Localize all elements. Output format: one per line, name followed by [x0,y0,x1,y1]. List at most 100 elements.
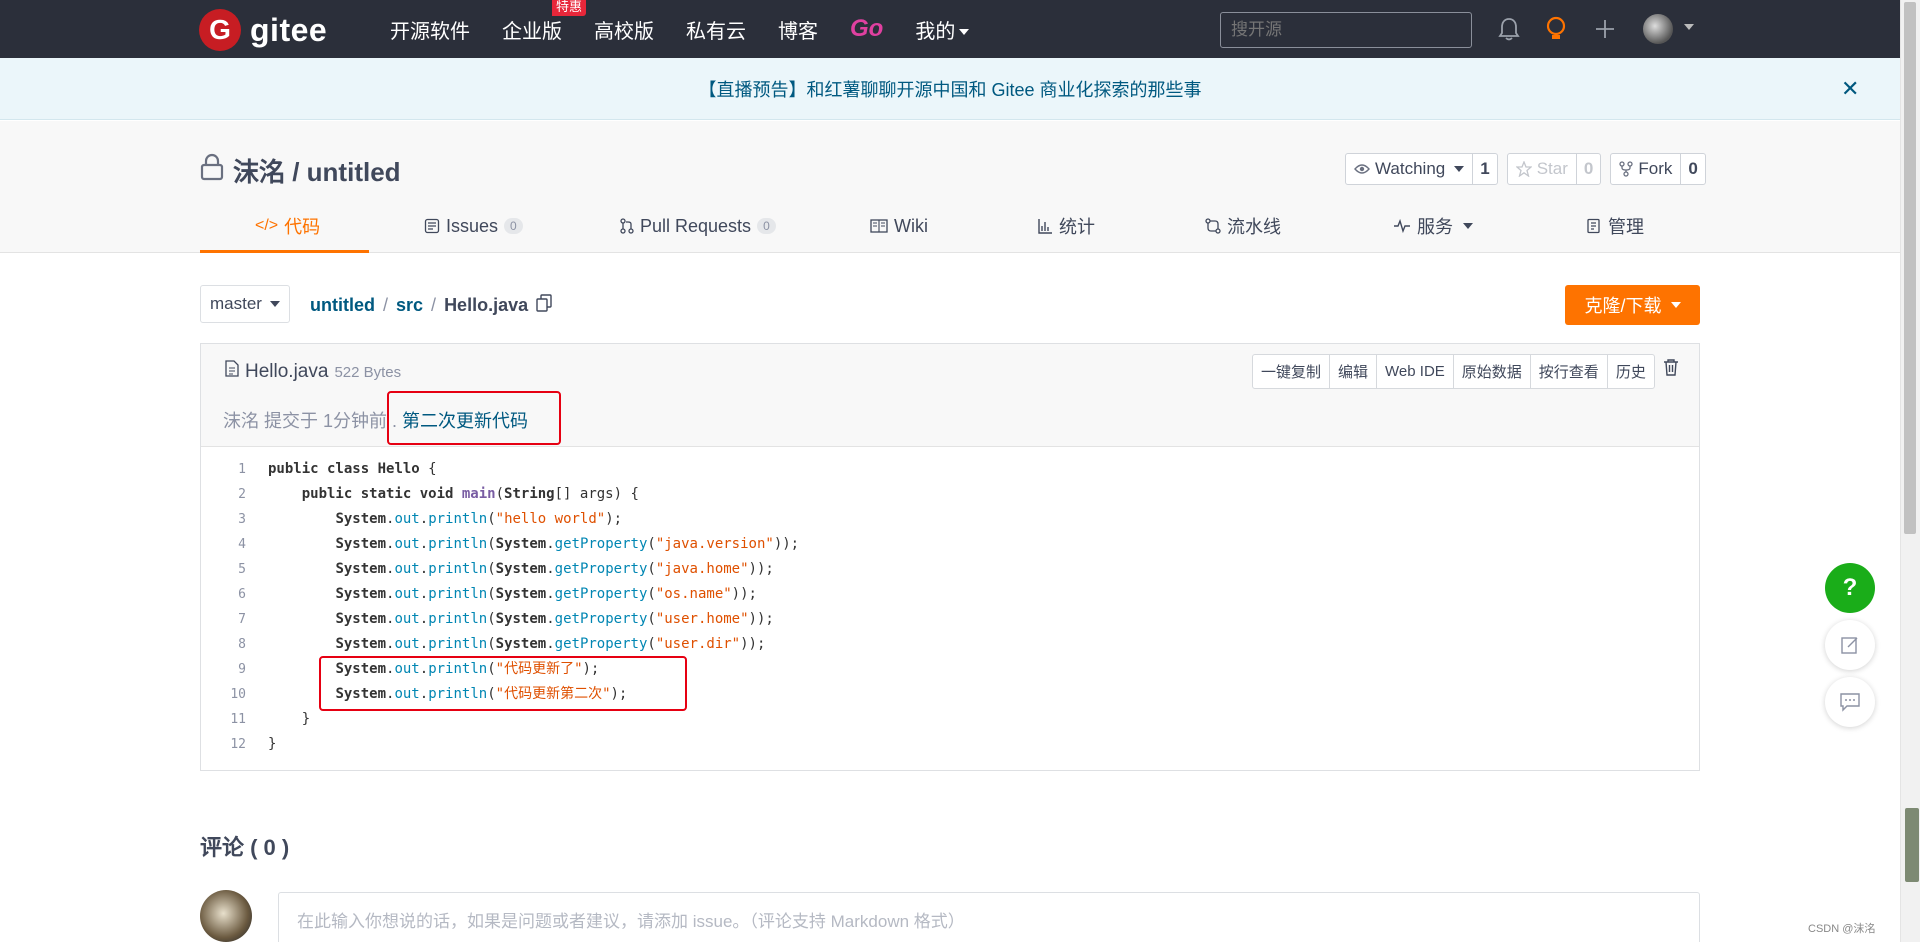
pull-request-icon [620,218,634,234]
promo-badge: 特惠 [552,0,587,16]
copy-icon[interactable] [536,294,552,317]
repo-tabs: </> 代码 Issues 0 Pull Requests 0 Wiki 统计 … [200,199,1700,253]
tab-pull-requests-label: Pull Requests [640,215,752,236]
help-button[interactable]: ? [1825,563,1875,613]
line-number[interactable]: 3 [201,507,246,532]
nav-mine-label: 我的 [915,20,956,43]
scrollbar-thumb[interactable] [1904,2,1916,534]
avatar[interactable] [200,890,252,942]
nav-enterprise-label: 企业版 [502,20,562,43]
repo-title[interactable]: 沫洺 / untitled [233,152,401,189]
tab-wiki[interactable]: Wiki [870,199,928,253]
highlight-box [387,391,561,445]
breadcrumb-src[interactable]: src [396,295,423,316]
bar-chart-icon [1038,219,1052,234]
edit-icon [1841,637,1858,654]
line-number[interactable]: 9 [201,657,246,682]
chevron-down-icon [1463,223,1473,229]
star-count[interactable]: 0 [1577,154,1600,184]
gitee-logo-icon: G [199,9,241,51]
lightbulb-icon[interactable] [1543,16,1569,42]
star-button[interactable]: Star 0 [1506,153,1602,185]
tab-statistics[interactable]: 统计 [1037,199,1095,253]
nav-go[interactable]: Go [850,15,883,43]
chevron-down-icon [1454,166,1465,172]
fork-label: Fork [1638,159,1673,178]
code-line: 12} [201,732,1699,757]
edit-button[interactable]: 编辑 [1330,355,1378,388]
nav-open-source[interactable]: 开源软件 [390,15,470,44]
line-number[interactable]: 6 [201,582,246,607]
code-icon: </> [255,217,279,234]
tab-pipeline[interactable]: 流水线 [1205,199,1281,253]
copy-all-button[interactable]: 一键复制 [1253,355,1331,388]
star-label: Star [1536,159,1568,178]
watch-button[interactable]: Watching 1 [1345,153,1498,185]
raw-button[interactable]: 原始数据 [1454,355,1531,388]
code-viewer: 1 public class Hello { 2 public static vo… [201,457,1699,757]
nav-enterprise[interactable]: 企业版 特惠 [502,0,587,44]
star-icon [1515,161,1532,177]
line-number[interactable]: 8 [201,632,246,657]
repo-actions: Watching 1 Star 0 Fork 0 [1345,153,1706,185]
chevron-down-icon [959,29,970,36]
trash-icon[interactable] [1663,358,1679,381]
line-number[interactable]: 7 [201,607,246,632]
nav-private-cloud[interactable]: 私有云 [686,15,746,44]
gitee-logo[interactable]: G gitee [199,9,327,51]
tab-code-label: 代码 [284,217,321,237]
line-number[interactable]: 2 [201,482,246,507]
commit-author-time: 沫洺 提交于 1分钟前 . [223,411,398,431]
line-number[interactable]: 4 [201,532,246,557]
fork-button[interactable]: Fork 0 [1610,153,1706,185]
breadcrumb: untitled / src / Hello.java [310,294,552,317]
announcement-banner: 【直播预告】和红薯聊聊开源中国和 Gitee 商业化探索的那些事 ✕ [0,58,1900,120]
line-number[interactable]: 12 [201,732,246,757]
line-number[interactable]: 11 [201,707,246,732]
tab-pull-requests[interactable]: Pull Requests 0 [620,199,776,253]
manage-icon [1587,218,1600,234]
breadcrumb-separator: / [383,295,389,315]
nav-education[interactable]: 高校版 [594,15,654,44]
branch-select[interactable]: master [200,285,290,323]
clone-download-button[interactable]: 克隆/下载 [1565,285,1700,325]
bell-icon[interactable] [1496,16,1522,42]
nav-blog[interactable]: 博客 [778,15,818,44]
tab-issues[interactable]: Issues 0 [424,199,523,253]
code-line: 7 System.out.println(System.getProperty(… [201,607,1699,632]
line-number[interactable]: 10 [201,682,246,707]
line-number[interactable]: 5 [201,557,246,582]
search-input[interactable] [1220,12,1472,48]
history-button[interactable]: 历史 [1608,355,1654,388]
breadcrumb-repo[interactable]: untitled [310,295,375,316]
watch-label: Watching [1375,159,1446,178]
tab-manage[interactable]: 管理 [1586,199,1644,253]
close-icon[interactable]: ✕ [1841,76,1859,102]
top-navbar: G gitee 开源软件 企业版 特惠 高校版 私有云 博客 Go 我的 [0,0,1900,58]
user-avatar[interactable] [1643,14,1673,44]
tab-services[interactable]: 服务 [1393,199,1473,253]
repo-header: 沫洺 / untitled Watching 1 Star 0 Fork 0 <… [0,121,1900,253]
blame-button[interactable]: 按行查看 [1531,355,1608,388]
tab-code[interactable]: </> 代码 [255,199,320,253]
highlight-box [319,656,687,711]
pull-requests-count: 0 [757,218,776,234]
announcement-text[interactable]: 【直播预告】和红薯聊聊开源中国和 Gitee 商业化探索的那些事 [698,76,1201,102]
fork-count[interactable]: 0 [1681,154,1704,184]
plus-icon[interactable] [1592,16,1618,42]
watch-count[interactable]: 1 [1473,154,1496,184]
nav-mine[interactable]: 我的 [915,15,970,44]
code-line: 2 public static void main(String[] args)… [201,482,1699,507]
tab-statistics-label: 统计 [1059,217,1095,237]
chevron-down-icon[interactable] [1684,24,1694,30]
feedback-edit-button[interactable] [1825,620,1875,670]
line-number[interactable]: 1 [201,457,246,482]
file-icon [225,360,239,382]
chat-button[interactable] [1825,677,1875,727]
web-ide-button[interactable]: Web IDE [1377,355,1454,388]
tab-issues-label: Issues [446,215,499,236]
tab-manage-label: 管理 [1608,217,1644,237]
comment-input[interactable]: 在此输入你想说的话，如果是问题或者建议，请添加 issue。（评论支持 Mark… [278,892,1700,942]
code-line: 8 System.out.println(System.getProperty(… [201,632,1699,657]
issues-icon [424,218,440,234]
